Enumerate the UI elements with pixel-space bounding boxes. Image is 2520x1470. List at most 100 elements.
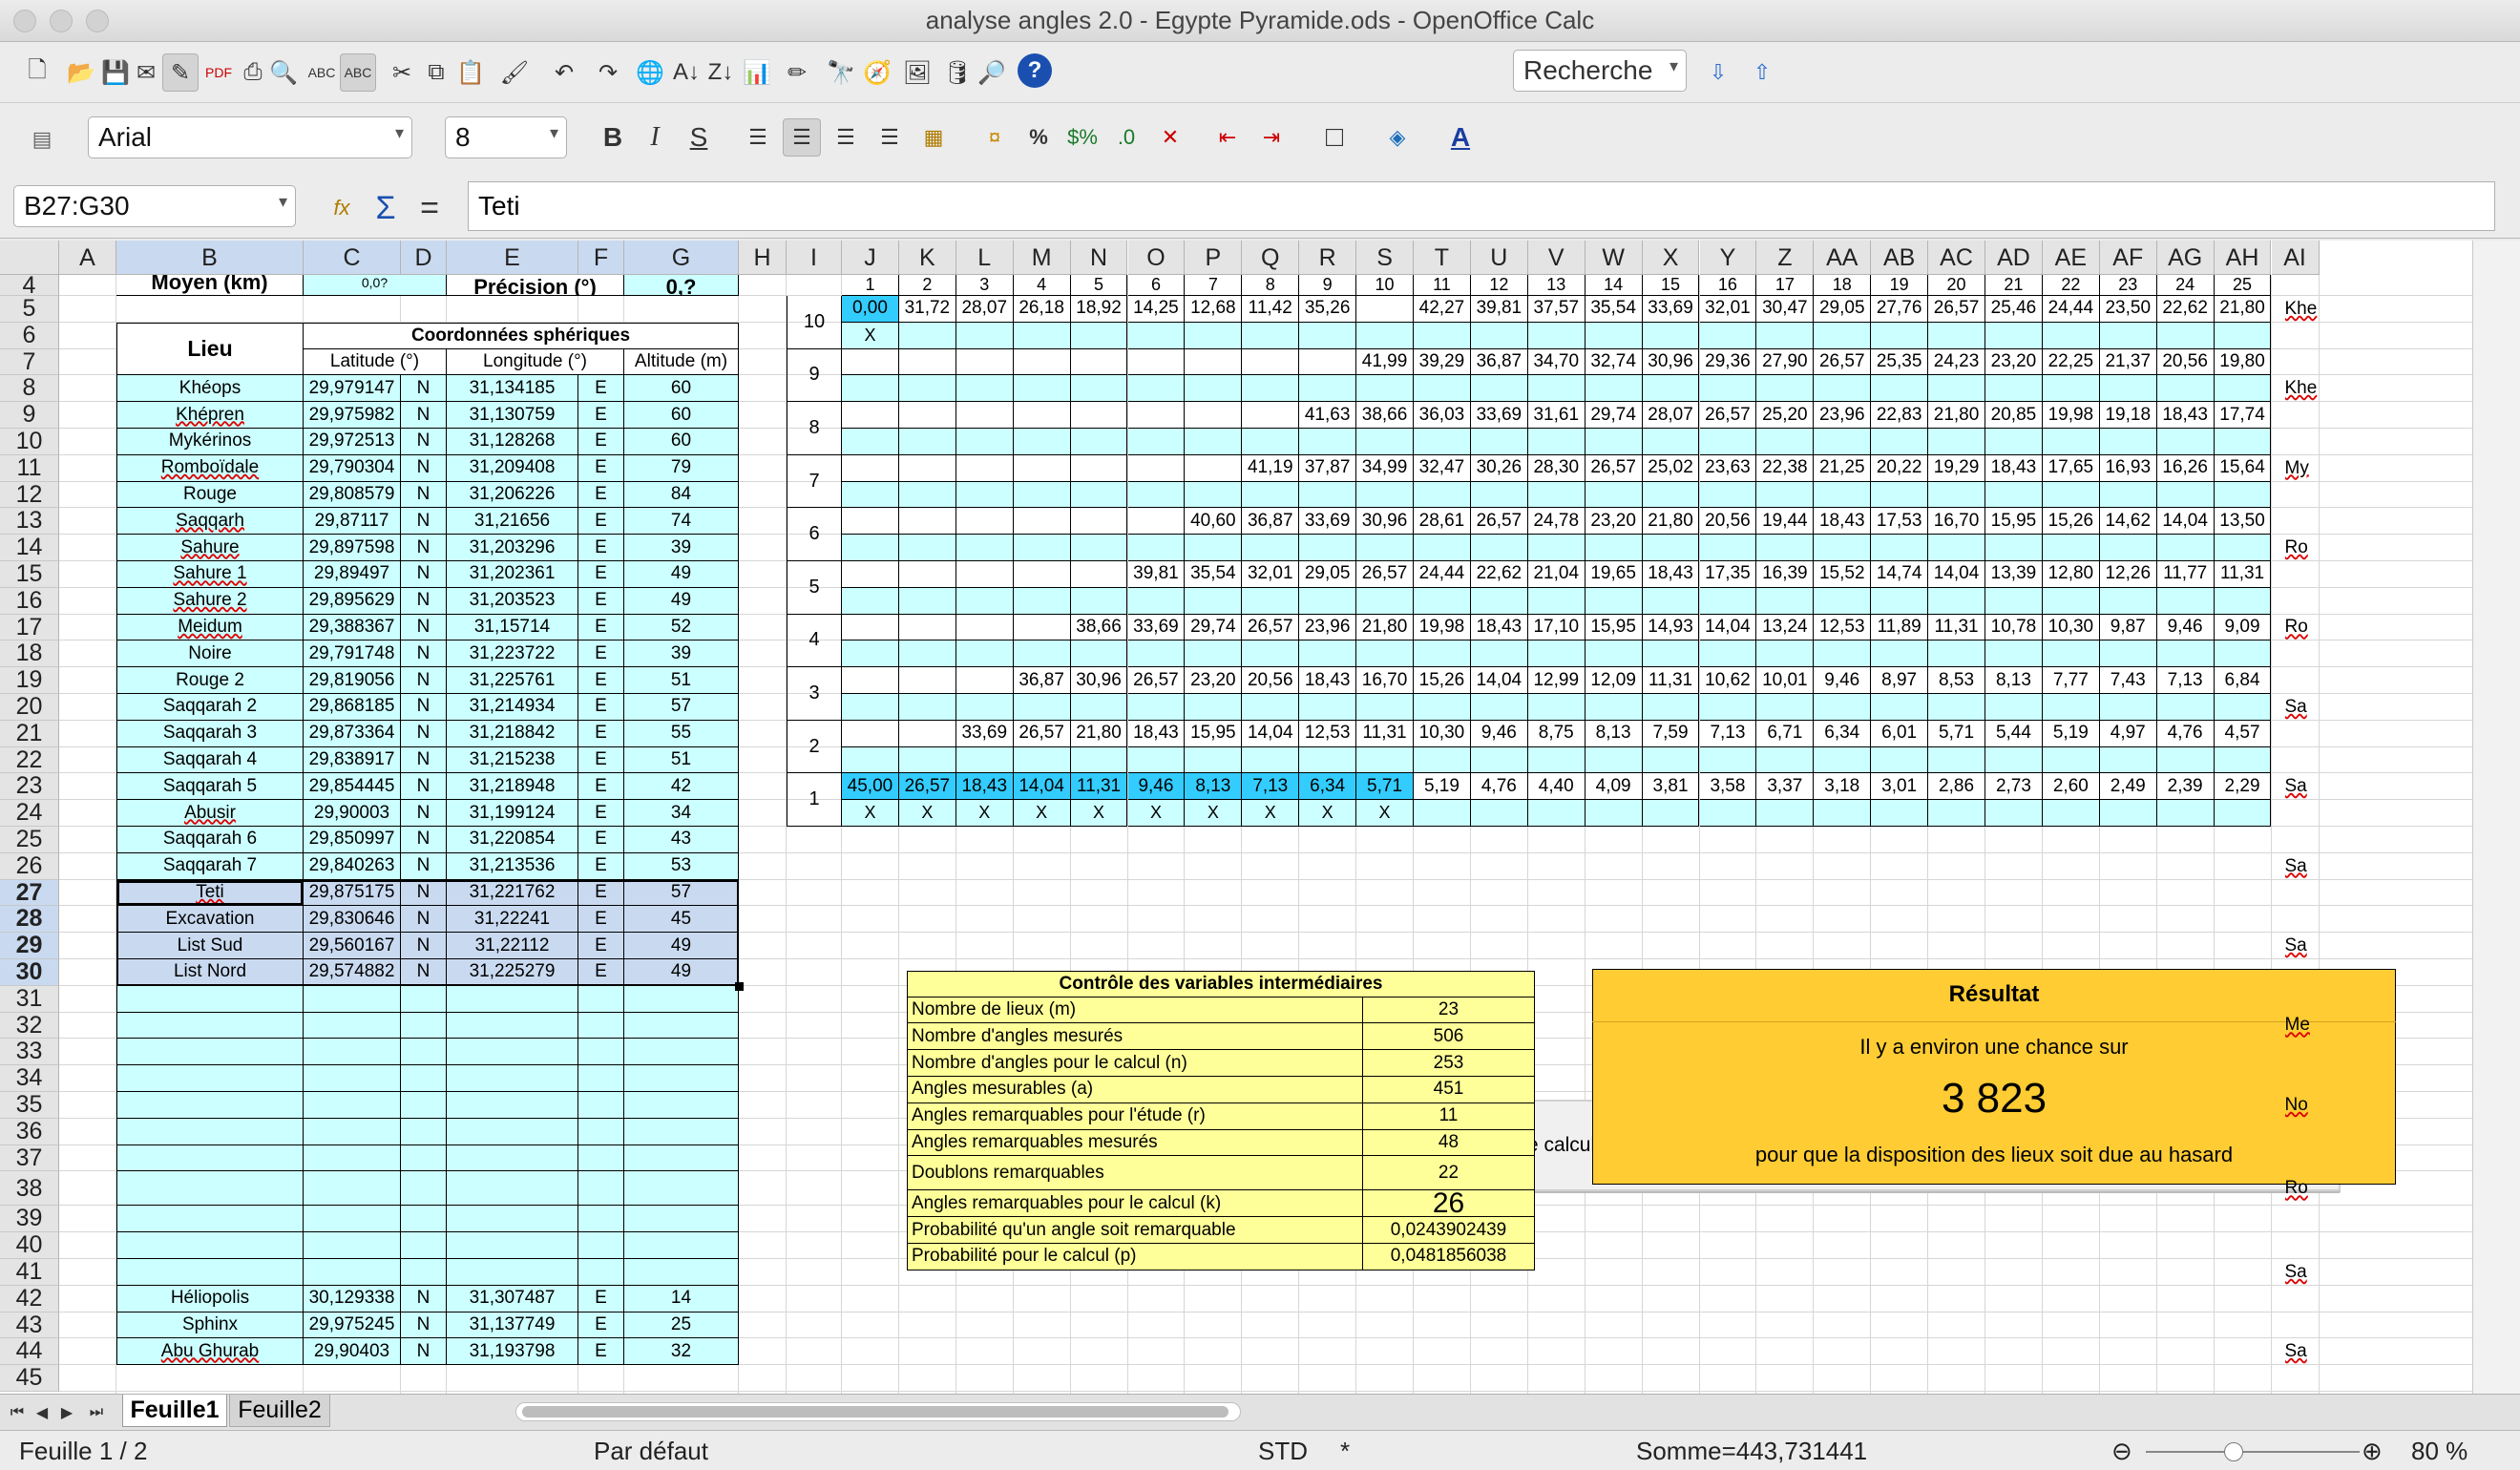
place-value[interactable]: 49 (624, 587, 739, 615)
row-header[interactable]: 31 (0, 985, 59, 1013)
angle-mark-cell[interactable] (1871, 429, 1929, 455)
angle-cell[interactable] (1299, 348, 1357, 376)
angle-cell[interactable]: 29,74 (1585, 402, 1643, 429)
angle-mark-cell[interactable] (1127, 587, 1186, 615)
bold-icon[interactable]: B (594, 118, 632, 157)
place-value[interactable] (578, 1206, 624, 1233)
row-header[interactable]: 33 (0, 1039, 59, 1066)
place-value[interactable]: 30,129338 (304, 1285, 401, 1312)
angle-cell[interactable]: 31,72 (898, 296, 956, 323)
place-value[interactable]: 31,206226 (447, 481, 578, 509)
angle-mark-cell[interactable] (1070, 746, 1128, 774)
place-value[interactable] (304, 1039, 401, 1066)
angle-cell[interactable]: 33,69 (1299, 508, 1357, 536)
angle-mark-cell[interactable] (1585, 429, 1643, 455)
angle-mark-cell[interactable] (1585, 694, 1643, 721)
place-name[interactable]: Rouge (116, 481, 304, 509)
angle-cell[interactable]: 4,97 (2099, 720, 2157, 747)
place-name[interactable] (116, 1144, 304, 1172)
angle-cell[interactable]: 30,96 (1356, 508, 1414, 536)
place-name[interactable]: Saqqarah 7 (116, 852, 304, 880)
angle-mark-cell[interactable] (1928, 800, 1985, 827)
angle-cell[interactable]: 34,99 (1356, 454, 1414, 482)
angle-mark-cell[interactable] (842, 535, 899, 561)
angle-mark-cell[interactable]: X (1070, 800, 1128, 827)
place-value[interactable]: N (401, 587, 447, 615)
column-header[interactable]: Q (1242, 241, 1300, 275)
angle-mark-cell[interactable] (2042, 375, 2100, 403)
angle-mark-cell[interactable] (1527, 429, 1586, 455)
column-header[interactable]: S (1356, 241, 1414, 275)
corner-select-all[interactable] (0, 241, 59, 275)
row-header[interactable]: 45 (0, 1364, 59, 1392)
matrix-row-label[interactable]: 9 (787, 348, 842, 403)
angle-mark-cell[interactable] (1642, 429, 1700, 455)
horizontal-scroll-thumb[interactable] (522, 1406, 1228, 1418)
angle-mark-cell[interactable] (1814, 694, 1872, 721)
matrix-col-number[interactable]: 11 (1414, 275, 1471, 296)
matrix-col-number[interactable]: 14 (1585, 275, 1643, 296)
angle-mark-cell[interactable] (842, 429, 899, 455)
angle-cell[interactable] (956, 614, 1014, 641)
place-value[interactable] (304, 1259, 401, 1286)
angle-cell[interactable]: 17,10 (1527, 614, 1586, 641)
function-wizard-icon[interactable]: fx (321, 187, 363, 229)
angle-mark-cell[interactable] (1871, 587, 1929, 615)
angle-mark-cell[interactable] (1756, 800, 1815, 827)
angle-mark-cell[interactable] (1699, 587, 1757, 615)
angle-cell[interactable] (1242, 348, 1300, 376)
row-header[interactable]: 30 (0, 958, 59, 986)
angle-cell[interactable] (956, 561, 1014, 588)
place-value[interactable] (578, 1118, 624, 1145)
angle-mark-cell[interactable] (1070, 694, 1128, 721)
angle-cell[interactable]: 30,96 (1642, 348, 1700, 376)
angle-mark-cell[interactable] (1242, 481, 1300, 509)
angle-mark-cell[interactable] (1299, 375, 1357, 403)
angle-mark-cell[interactable] (1185, 694, 1243, 721)
angle-cell[interactable]: 28,30 (1527, 454, 1586, 482)
angle-cell[interactable]: 7,59 (1642, 720, 1700, 747)
angle-mark-cell[interactable] (1699, 746, 1757, 774)
angle-mark-cell[interactable] (1985, 535, 2043, 561)
angle-cell[interactable]: 15,52 (1814, 561, 1872, 588)
place-value[interactable]: E (578, 535, 624, 561)
angle-mark-cell[interactable] (2156, 429, 2215, 455)
angle-cell[interactable]: 19,65 (1585, 561, 1643, 588)
angle-cell[interactable] (1185, 402, 1243, 429)
row-header[interactable]: 24 (0, 799, 59, 827)
angle-mark-cell[interactable] (1527, 481, 1586, 509)
place-value[interactable] (401, 1039, 447, 1066)
export-pdf-icon[interactable]: PDF (200, 53, 237, 92)
paste-icon[interactable]: 📋 (452, 53, 489, 92)
angle-mark-cell[interactable] (1127, 694, 1186, 721)
matrix-col-number[interactable]: 6 (1127, 275, 1186, 296)
angle-mark-cell[interactable] (1928, 481, 1985, 509)
angle-cell[interactable]: 5,71 (1928, 720, 1985, 747)
angle-cell[interactable]: 0,00 (842, 296, 899, 323)
fill-handle[interactable] (735, 981, 744, 991)
place-value[interactable]: N (401, 402, 447, 429)
angle-mark-cell[interactable] (842, 694, 899, 721)
place-value[interactable] (304, 1206, 401, 1233)
formula-icon[interactable]: = (409, 187, 451, 229)
place-value[interactable]: 31,193798 (447, 1338, 578, 1366)
angle-mark-cell[interactable] (1013, 322, 1071, 349)
place-value[interactable]: 31,213536 (447, 852, 578, 880)
angle-mark-cell[interactable] (1928, 587, 1985, 615)
angle-cell[interactable]: 3,18 (1814, 773, 1872, 801)
place-value[interactable]: N (401, 1285, 447, 1312)
angle-cell[interactable]: 26,57 (1814, 348, 1872, 376)
place-name[interactable] (116, 985, 304, 1013)
angle-mark-cell[interactable] (1242, 429, 1300, 455)
place-value[interactable]: 31,214934 (447, 694, 578, 721)
angle-mark-cell[interactable] (1928, 322, 1985, 349)
angle-cell[interactable]: 18,43 (1814, 508, 1872, 536)
column-header[interactable]: AB (1871, 241, 1929, 275)
place-value[interactable]: 52 (624, 614, 739, 641)
angle-cell[interactable]: 27,90 (1756, 348, 1815, 376)
place-name[interactable]: Noire (116, 640, 304, 668)
sort-descending-icon[interactable]: Z↓ (703, 53, 739, 92)
angle-mark-cell[interactable] (1699, 375, 1757, 403)
angle-cell[interactable] (1013, 508, 1071, 536)
place-value[interactable]: E (578, 454, 624, 482)
